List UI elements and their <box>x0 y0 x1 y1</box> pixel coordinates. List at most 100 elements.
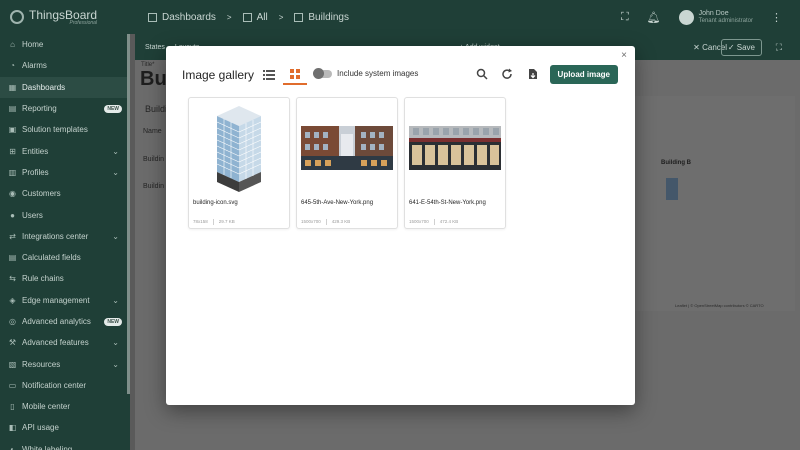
save-button[interactable]: ✓ Save <box>720 38 762 56</box>
breadcrumb-separator: > <box>278 12 284 22</box>
sidebar-item-reporting[interactable]: ▤ Reporting NEW <box>0 98 130 119</box>
sidebar-item-label: Notification center <box>22 380 87 390</box>
sidebar-item-label: API usage <box>22 423 59 433</box>
expand-icon[interactable]: ⛶ <box>776 42 782 53</box>
sidebar-item-calculated-fields[interactable]: ▤ Calculated fields <box>0 247 130 268</box>
sidebar-item-users[interactable]: ● Users <box>0 204 130 225</box>
users-icon: ● <box>10 210 15 220</box>
customers-icon: ◉ <box>9 189 16 199</box>
sidebar-item-label: Dashboards <box>22 82 66 92</box>
building-icon <box>216 106 262 192</box>
list-view-icon[interactable] <box>263 69 275 81</box>
breadcrumb: Dashboards > All > Buildings <box>148 12 349 23</box>
templates-icon: ▣ <box>8 125 17 135</box>
sidebar-item-label: Integrations center <box>22 231 89 241</box>
sidebar-item-label: Customers <box>22 189 61 199</box>
sidebar-item-solution-templates[interactable]: ▣ Solution templates <box>0 119 130 140</box>
image-card[interactable]: 641-E-54th-St-New-York.png 1500x700 472.… <box>404 97 506 229</box>
sidebar-item-dashboards[interactable]: ▦ Dashboards <box>0 76 130 98</box>
close-icon[interactable]: × <box>621 50 627 61</box>
thingsboard-logo-icon <box>10 10 24 24</box>
chevron-down-icon: ⌄ <box>112 167 119 177</box>
search-icon[interactable] <box>476 68 488 80</box>
sidebar-item-label: Home <box>22 40 44 50</box>
image-card[interactable]: 645-5th-Ave-New-York.png 1500x700 429.3 … <box>296 97 398 229</box>
chevron-down-icon: ⌄ <box>112 295 119 305</box>
sidebar-item-label: Calculated fields <box>22 253 81 263</box>
image-meta: 1500x700 472.4 KB <box>409 219 458 225</box>
sidebar-nav: ⌂ Home ◔ Alarms ▦ Dashboards ▤ Reporting NEW ▣ Sol… <box>0 34 130 450</box>
notification-icon: ▭ <box>8 380 17 390</box>
bg-column-name: Name <box>143 128 162 135</box>
image-meta: 1500x700 429.3 KB <box>301 219 350 225</box>
sidebar-item-alarms[interactable]: ◔ Alarms <box>0 55 130 76</box>
user-menu[interactable]: John Doe Tenant administrator <box>678 9 753 25</box>
sidebar-item-edge-management[interactable]: ◈ Edge management ⌄ <box>0 290 130 311</box>
sidebar-item-label: Alarms <box>22 61 47 71</box>
logo[interactable]: ThingsBoard Professional <box>0 0 130 34</box>
sidebar-item-entities[interactable]: ⊞ Entities ⌄ <box>0 140 130 161</box>
new-badge: NEW <box>104 317 122 326</box>
all-icon <box>242 12 252 22</box>
sidebar-item-api-usage[interactable]: ◧ API usage <box>0 417 130 438</box>
image-thumbnail <box>409 102 501 194</box>
avatar <box>678 9 694 25</box>
image-card[interactable]: building-icon.svg 78x158 29.7 KB <box>188 97 290 229</box>
logo-name: ThingsBoard <box>29 7 98 22</box>
sidebar-item-mobile-center[interactable]: ▯ Mobile center <box>0 396 130 417</box>
bg-card-title: Buildi <box>145 104 168 114</box>
image-dimensions: 1500x700 <box>409 219 429 224</box>
home-icon: ⌂ <box>10 40 15 50</box>
breadcrumb-dashboards[interactable]: Dashboards <box>162 12 216 23</box>
sidebar-item-notification-center[interactable]: ▭ Notification center <box>0 375 130 396</box>
import-file-icon[interactable] <box>527 68 539 80</box>
sidebar-item-white-labeling[interactable]: ◐ White labeling <box>0 439 130 450</box>
edge-icon: ◈ <box>9 295 16 305</box>
image-gallery-dialog: × Image gallery Include system images Up… <box>166 46 635 405</box>
sidebar-item-integrations-center[interactable]: ⇄ Integrations center ⌄ <box>0 226 130 247</box>
sidebar-item-resources[interactable]: ▧ Resources ⌄ <box>0 353 130 374</box>
top-bar: Dashboards > All > Buildings ⛶ 🔔︎ John D… <box>130 0 800 34</box>
sidebar-item-label: Solution templates <box>22 125 88 135</box>
grid-view-tab[interactable] <box>283 65 307 85</box>
sidebar-item-profiles[interactable]: ▥ Profiles ⌄ <box>0 162 130 183</box>
upload-image-button[interactable]: Upload image <box>549 65 618 84</box>
sidebar-item-label: White labeling <box>22 444 73 450</box>
new-badge: NEW <box>104 104 122 113</box>
sidebar-scrollbar[interactable] <box>127 34 130 394</box>
sidebar-item-label: Resources <box>22 359 61 369</box>
user-role: Tenant administrator <box>698 17 753 24</box>
toggle-switch[interactable] <box>313 67 332 79</box>
sidebar-item-label: Mobile center <box>22 402 71 412</box>
user-name: John Doe <box>698 9 729 17</box>
sidebar-item-home[interactable]: ⌂ Home <box>0 34 130 55</box>
image-size: 429.3 KB <box>331 219 351 224</box>
profiles-icon: ▥ <box>8 167 17 177</box>
image-name: 645-5th-Ave-New-York.png <box>301 200 374 206</box>
dashboards-icon <box>148 12 157 22</box>
resources-icon: ▧ <box>8 359 17 369</box>
more-vert-icon[interactable]: ⋮ <box>771 11 782 24</box>
include-system-images-toggle[interactable]: Include system images <box>313 67 418 79</box>
sidebar-item-label: Users <box>22 210 43 220</box>
states-button[interactable]: States <box>145 44 165 51</box>
sidebar-item-label: Entities <box>22 146 49 156</box>
fullscreen-icon[interactable]: ⛶ <box>621 11 629 24</box>
map-marker-label: Building B <box>661 160 691 166</box>
image-name: 641-E-54th-St-New-York.png <box>409 200 486 206</box>
refresh-icon[interactable] <box>501 68 513 80</box>
notifications-bell-icon[interactable]: 🔔︎ <box>647 11 661 24</box>
alarm-icon: ◔ <box>10 61 15 71</box>
image-name: building-icon.svg <box>193 200 238 206</box>
sidebar-item-label: Edge management <box>22 295 90 305</box>
sidebar-item-advanced-analytics[interactable]: ◎ Advanced analytics NEW <box>0 311 130 332</box>
image-size: 472.4 KB <box>439 219 459 224</box>
sidebar-item-advanced-features[interactable]: ⚒ Advanced features ⌄ <box>0 332 130 353</box>
sidebar-item-customers[interactable]: ◉ Customers <box>0 183 130 204</box>
dialog-title: Image gallery <box>182 68 255 82</box>
building-photo <box>301 126 393 170</box>
save-label: Save <box>736 42 755 52</box>
breadcrumb-all[interactable]: All <box>257 12 268 23</box>
sidebar-item-rule-chains[interactable]: ⇆ Rule chains <box>0 268 130 289</box>
sidebar-item-label: Profiles <box>22 167 49 177</box>
